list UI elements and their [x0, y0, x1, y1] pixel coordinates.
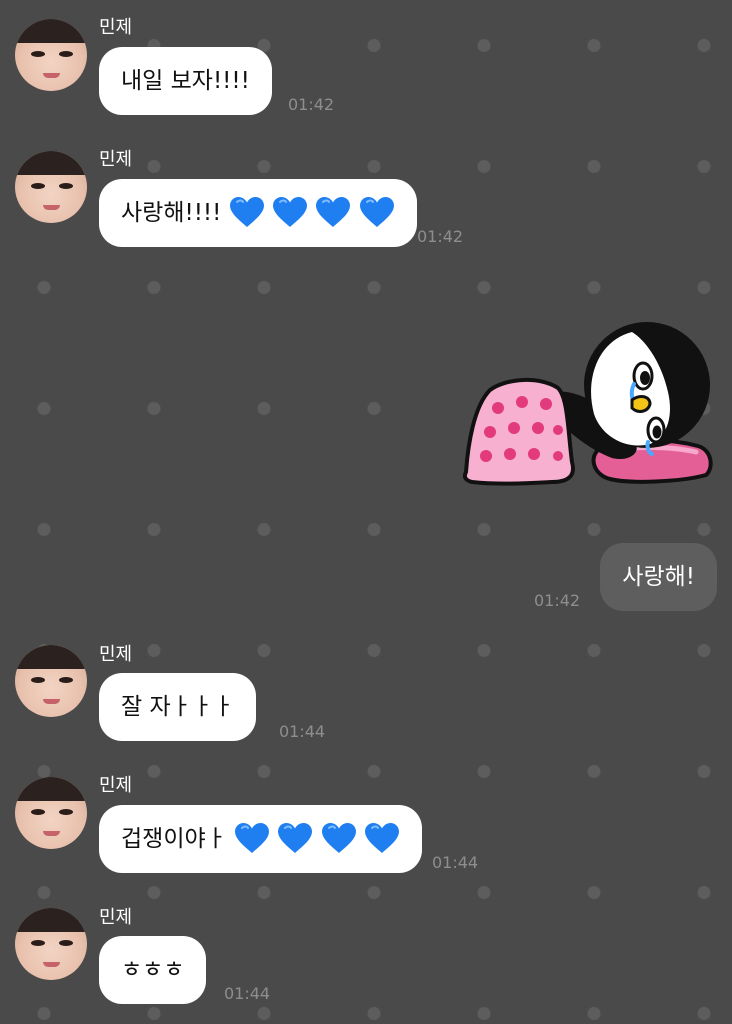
message-timestamp: 01:44 — [279, 722, 326, 741]
heart-emoji-group — [234, 822, 400, 853]
message-timestamp: 01:42 — [288, 95, 335, 114]
message-bubble[interactable]: 사랑해! — [600, 543, 717, 611]
sender-avatar[interactable] — [15, 151, 87, 223]
penguin-sticker[interactable] — [460, 322, 718, 486]
avatar-hair — [15, 151, 87, 175]
message-text: 내일 보자!!!! — [121, 68, 250, 94]
blue-heart-icon — [277, 822, 313, 854]
avatar-mouth — [43, 699, 60, 704]
avatar-mouth — [43, 962, 60, 967]
message-bubble[interactable]: 내일 보자!!!! — [99, 47, 272, 115]
avatar-eye — [59, 183, 73, 189]
avatar-eye — [31, 51, 45, 57]
message-text: 사랑해!!!! — [121, 200, 222, 226]
blue-heart-icon — [364, 822, 400, 854]
message-bubble[interactable]: ㅎㅎㅎ — [99, 936, 207, 1004]
avatar-eye — [59, 940, 73, 946]
blue-heart-icon — [229, 196, 265, 228]
sender-name: 민제 — [99, 775, 133, 796]
message-text: 겁쟁이야ㅏ — [121, 826, 227, 852]
avatar-eye — [59, 677, 73, 683]
sender-avatar[interactable] — [15, 19, 87, 91]
sender-name: 민제 — [99, 149, 133, 170]
sender-name: 민제 — [99, 907, 133, 928]
avatar-eye — [31, 677, 45, 683]
blue-heart-icon — [315, 196, 351, 228]
avatar-eye — [59, 51, 73, 57]
blue-heart-icon — [321, 822, 357, 854]
blue-heart-icon — [359, 196, 395, 228]
blue-heart-icon — [234, 822, 270, 854]
message-timestamp: 01:42 — [417, 227, 464, 246]
chat-area: 민제 내일 보자!!!! 01:42 민제 사랑해!!!! 01:42 01:4… — [0, 0, 732, 1024]
avatar-mouth — [43, 73, 60, 78]
avatar-mouth — [43, 831, 60, 836]
message-bubble[interactable]: 사랑해!!!! — [99, 179, 417, 247]
crying-penguin-icon — [462, 322, 713, 486]
sender-name: 민제 — [99, 17, 133, 38]
avatar-hair — [15, 645, 87, 669]
message-bubble[interactable]: 겁쟁이야ㅏ — [99, 805, 423, 873]
sender-name: 민제 — [99, 644, 133, 665]
message-text: ㅎㅎㅎ — [121, 957, 185, 983]
sender-avatar[interactable] — [15, 908, 87, 980]
message-bubble[interactable]: 잘 자ㅏㅏㅏ — [99, 673, 257, 741]
message-text: 잘 자ㅏㅏㅏ — [121, 694, 235, 720]
avatar-mouth — [43, 205, 60, 210]
blue-heart-icon — [272, 196, 308, 228]
avatar-hair — [15, 19, 87, 43]
avatar-hair — [15, 777, 87, 801]
avatar-eye — [31, 940, 45, 946]
avatar-eye — [31, 183, 45, 189]
message-timestamp: 01:44 — [432, 853, 479, 872]
avatar-hair — [15, 908, 87, 932]
sender-avatar[interactable] — [15, 645, 87, 717]
heart-emoji-group — [229, 196, 395, 227]
avatar-eye — [59, 809, 73, 815]
message-text: 사랑해! — [622, 564, 695, 590]
message-timestamp: 01:44 — [224, 984, 271, 1003]
avatar-eye — [31, 809, 45, 815]
sender-avatar[interactable] — [15, 777, 87, 849]
message-timestamp: 01:42 — [534, 591, 581, 610]
